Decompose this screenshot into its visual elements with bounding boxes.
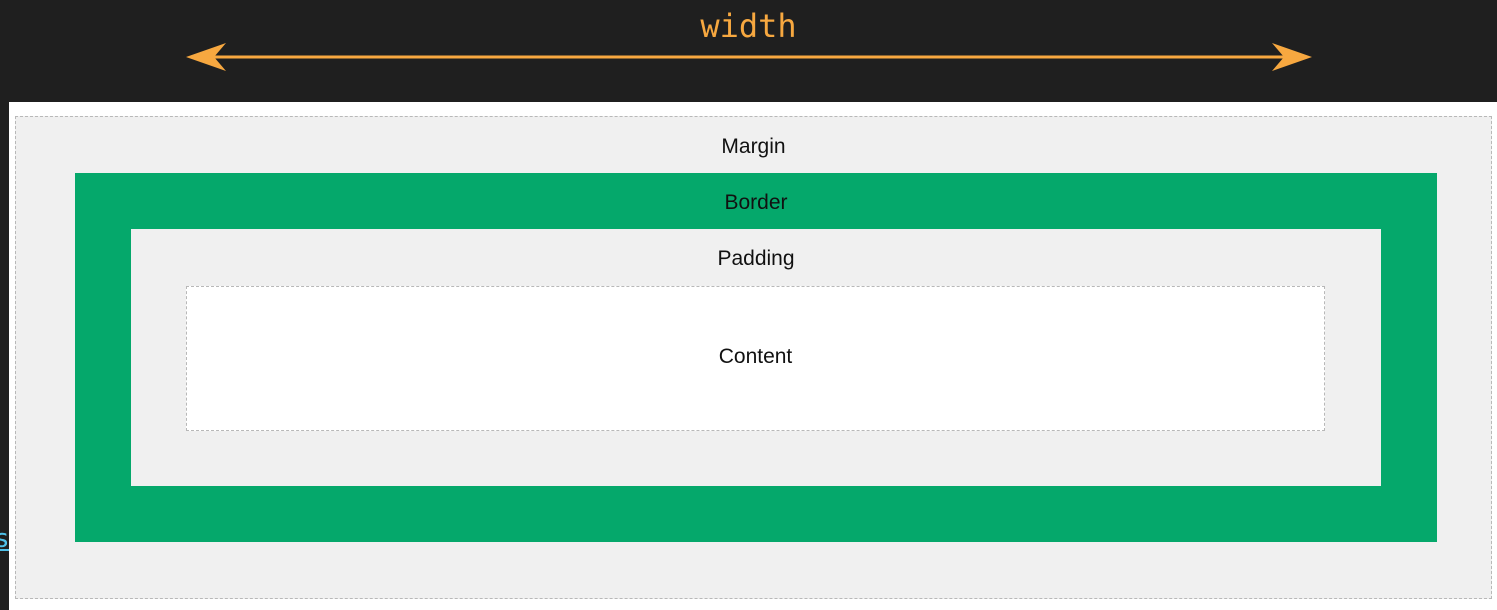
border-label: Border [724, 191, 788, 214]
padding-label: Padding [717, 247, 795, 270]
width-arrow-icon [186, 43, 1312, 71]
content-box: Content [186, 286, 1325, 431]
margin-label: Margin [721, 135, 786, 158]
content-label: Content [718, 345, 793, 368]
